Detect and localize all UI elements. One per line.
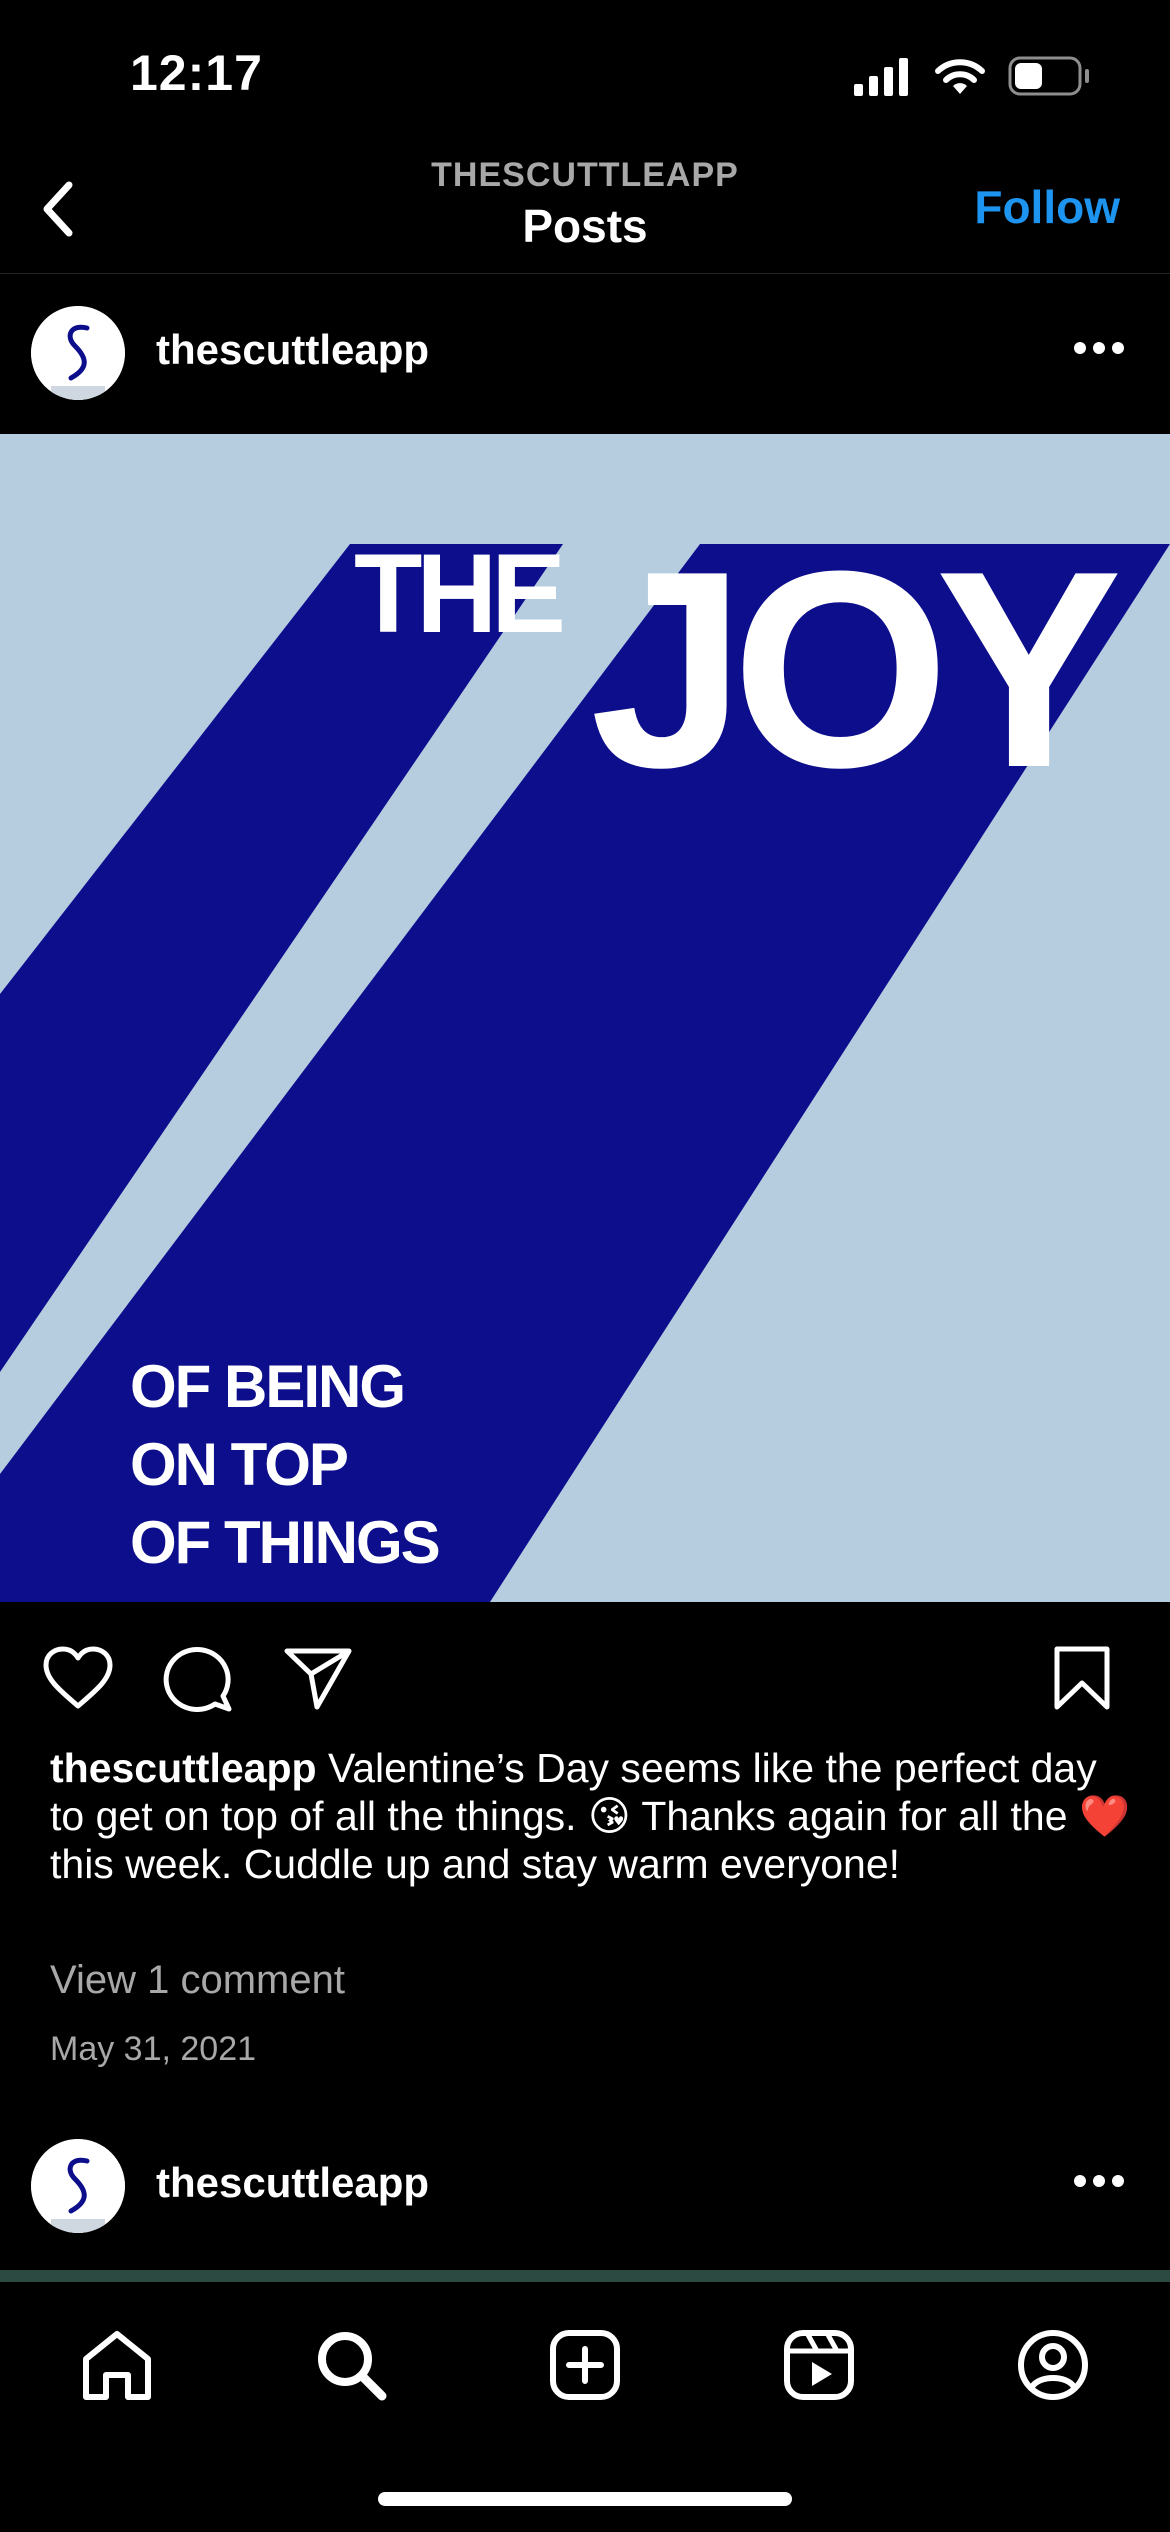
image-headline-large: JOY (590, 514, 1122, 826)
save-button[interactable] (1042, 1640, 1122, 1720)
tab-bar (0, 2282, 1170, 2532)
post-username[interactable]: thescuttleapp (156, 326, 429, 374)
more-options-button[interactable] (1064, 2153, 1134, 2213)
wifi-icon (934, 56, 986, 101)
profile-icon (1017, 2329, 1089, 2406)
tab-profile[interactable] (1008, 2322, 1098, 2412)
heart-icon (42, 1646, 114, 1715)
caption-username[interactable]: thescuttleapp (50, 1745, 317, 1791)
caption-text: this week. Cuddle up and stay warm every… (50, 1841, 901, 1887)
caption-emoji: ❤️ (1078, 1793, 1130, 1839)
image-subtext-line: OF BEING (130, 1353, 406, 1420)
next-post-image-edge (0, 2270, 1170, 2282)
view-comments-link[interactable]: View 1 comment (50, 1958, 345, 2003)
caption-text: Thanks again for all the (630, 1793, 1079, 1839)
home-indicator[interactable] (378, 2492, 792, 2506)
like-button[interactable] (38, 1640, 118, 1720)
comment-icon (163, 1644, 233, 1717)
share-button[interactable] (278, 1640, 358, 1720)
search-icon (315, 2329, 387, 2406)
more-horizontal-icon (1073, 341, 1125, 360)
next-post-header: thescuttleapp (0, 2107, 1170, 2267)
status-time: 12:17 (130, 45, 263, 101)
tab-reels[interactable] (774, 2322, 864, 2412)
create-icon (549, 2329, 621, 2406)
battery-level (1015, 63, 1042, 89)
home-icon (80, 2329, 154, 2406)
post-date: May 31, 2021 (50, 2030, 257, 2068)
post-username[interactable]: thescuttleapp (156, 2159, 429, 2207)
status-bar: 12:17 (0, 0, 1170, 150)
tab-home[interactable] (72, 2322, 162, 2412)
tab-search[interactable] (306, 2322, 396, 2412)
signal-icon (852, 56, 912, 101)
tab-create[interactable] (540, 2322, 630, 2412)
post-header: thescuttleapp (0, 274, 1170, 434)
image-subtext-line: OF THINGS (130, 1509, 441, 1576)
more-horizontal-icon (1073, 2174, 1125, 2193)
avatar[interactable] (31, 2139, 125, 2233)
comment-button[interactable] (158, 1640, 238, 1720)
battery-icon (1008, 56, 1090, 101)
image-subtext: OF BEING ON TOP OF THINGS (130, 1348, 441, 1582)
image-headline-small: THE (354, 531, 566, 656)
status-icons (852, 56, 1090, 101)
reels-icon (783, 2329, 855, 2406)
send-icon (283, 1646, 353, 1715)
post-caption: thescuttleapp Valentine’s Day seems like… (50, 1744, 1130, 1888)
follow-button[interactable]: Follow (974, 180, 1120, 234)
nav-header: THESCUTTLEAPP Posts Follow (0, 150, 1170, 274)
avatar[interactable] (31, 306, 125, 400)
bookmark-icon (1053, 1645, 1111, 1716)
post-actions (0, 1602, 1170, 1746)
caption-emoji: 😘 (587, 1793, 631, 1839)
image-subtext-line: ON TOP (130, 1431, 349, 1498)
more-options-button[interactable] (1064, 320, 1134, 380)
